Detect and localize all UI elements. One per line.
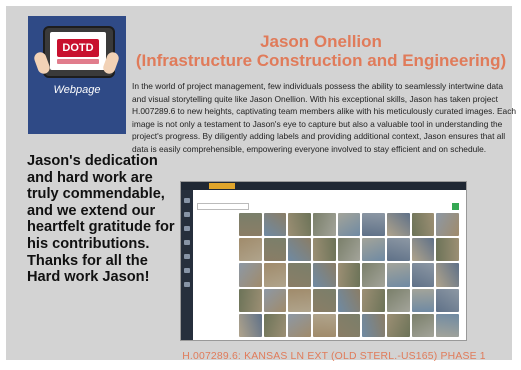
project-gallery-screenshot [180,181,467,341]
photo-thumbnail[interactable] [263,238,287,262]
page-title: Jason Onellion (Infrastructure Construct… [131,32,511,70]
photo-thumbnail[interactable] [288,238,311,262]
photo-thumbnail[interactable] [239,313,262,337]
photo-thumbnail[interactable] [362,238,385,262]
thanks-message: Jason's dedication and hard work are tru… [27,153,175,286]
screenshot-tab [209,183,235,189]
photo-thumbnail[interactable] [263,288,287,312]
photo-thumbnail[interactable] [263,313,287,337]
photo-thumbnail[interactable] [386,263,410,287]
photo-thumbnail[interactable] [362,313,385,337]
photo-thumbnail[interactable] [312,288,336,312]
photo-thumbnail[interactable] [436,213,459,237]
photo-thumbnail[interactable] [288,313,311,337]
photo-thumbnail[interactable] [337,263,361,287]
photo-thumbnail[interactable] [312,263,336,287]
photo-thumbnail[interactable] [386,288,410,312]
photo-thumbnail[interactable] [436,263,459,287]
photo-thumbnail[interactable] [239,263,262,287]
photo-thumbnail[interactable] [362,263,385,287]
photo-thumbnail[interactable] [239,238,262,262]
photo-thumbnail[interactable] [239,213,262,237]
photo-thumbnail[interactable] [288,263,311,287]
title-department: (Infrastructure Construction and Enginee… [135,51,507,70]
photo-thumbnail[interactable] [288,288,311,312]
logo-caption: Webpage [53,84,101,96]
photo-thumbnail[interactable] [362,288,385,312]
photo-thumbnail[interactable] [436,238,459,262]
photo-thumbnail[interactable] [411,288,435,312]
photo-thumbnail[interactable] [263,263,287,287]
dotd-webpage-logo: DOTD Webpage [28,16,126,134]
photo-thumbnail[interactable] [337,238,361,262]
photo-thumbnail[interactable] [337,213,361,237]
photo-thumbnail[interactable] [337,313,361,337]
title-name: Jason Onellion [260,32,382,51]
photo-thumbnail[interactable] [337,288,361,312]
screenshot-search-field [197,203,249,210]
photo-thumbnail[interactable] [411,213,435,237]
photo-thumbnail[interactable] [312,213,336,237]
project-caption: H.007289.6: KANSAS LN EXT (OLD STERL.-US… [182,351,486,362]
photo-thumbnail-grid [239,213,459,337]
photo-thumbnail[interactable] [386,213,410,237]
photo-thumbnail[interactable] [263,213,287,237]
photo-thumbnail[interactable] [288,213,311,237]
photo-thumbnail[interactable] [386,238,410,262]
dotd-logo-text: DOTD [57,39,99,57]
photo-thumbnail[interactable] [411,313,435,337]
photo-thumbnail[interactable] [436,313,459,337]
photo-thumbnail[interactable] [312,238,336,262]
photo-thumbnail[interactable] [362,213,385,237]
intro-paragraph: In the world of project management, few … [132,81,517,154]
photo-thumbnail[interactable] [436,288,459,312]
photo-thumbnail[interactable] [411,238,435,262]
photo-thumbnail[interactable] [312,313,336,337]
photo-thumbnail[interactable] [411,263,435,287]
screenshot-add-icon [452,203,459,210]
screenshot-topbar [181,182,466,190]
photo-thumbnail[interactable] [239,288,262,312]
screenshot-sidebar [181,190,193,340]
photo-thumbnail[interactable] [386,313,410,337]
